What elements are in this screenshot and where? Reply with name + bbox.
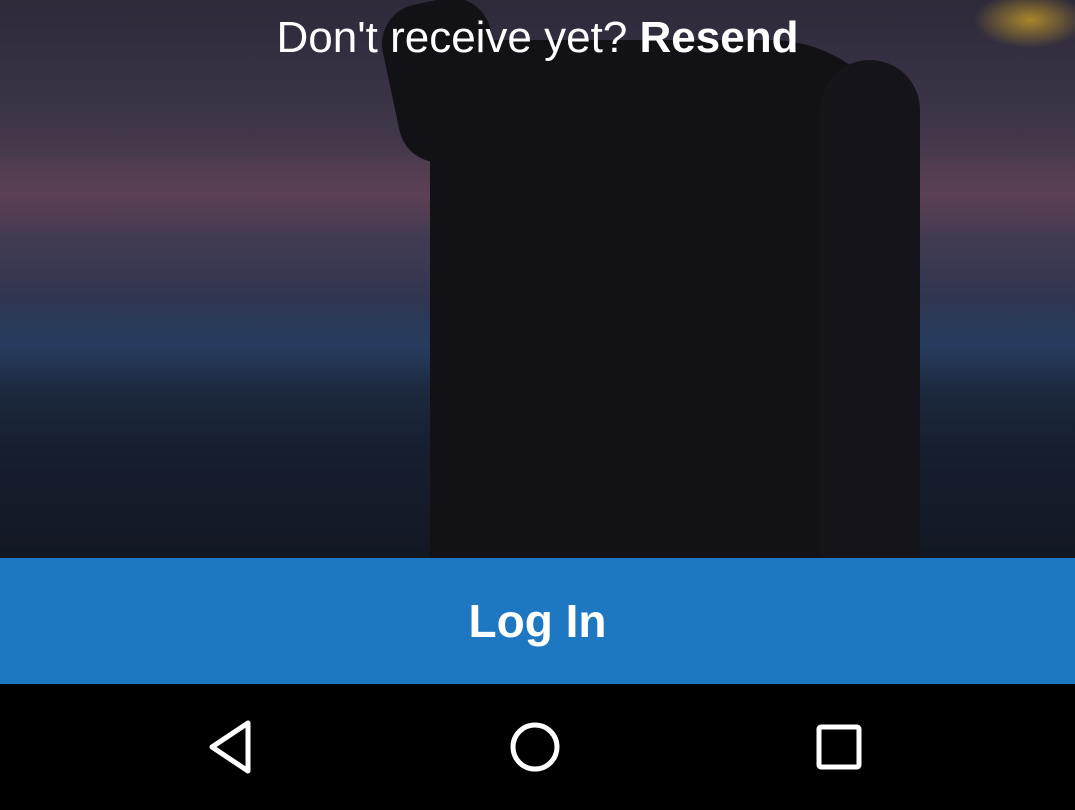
- system-nav-bar: [0, 684, 1075, 810]
- login-button[interactable]: Log In: [0, 558, 1075, 684]
- home-icon: [510, 722, 560, 772]
- screen: Don't receive yet? Resend Log In: [0, 0, 1075, 810]
- nav-recents-button[interactable]: [809, 717, 869, 777]
- resend-prompt-text: Don't receive yet?: [276, 13, 628, 62]
- resend-link[interactable]: Resend: [640, 13, 799, 62]
- nav-back-button[interactable]: [202, 717, 262, 777]
- background-photo: [0, 0, 1075, 558]
- login-button-label: Log In: [468, 595, 607, 647]
- resend-row: Don't receive yet? Resend: [0, 10, 1075, 66]
- back-icon: [209, 720, 251, 774]
- nav-home-button[interactable]: [505, 717, 565, 777]
- recents-icon: [816, 724, 862, 770]
